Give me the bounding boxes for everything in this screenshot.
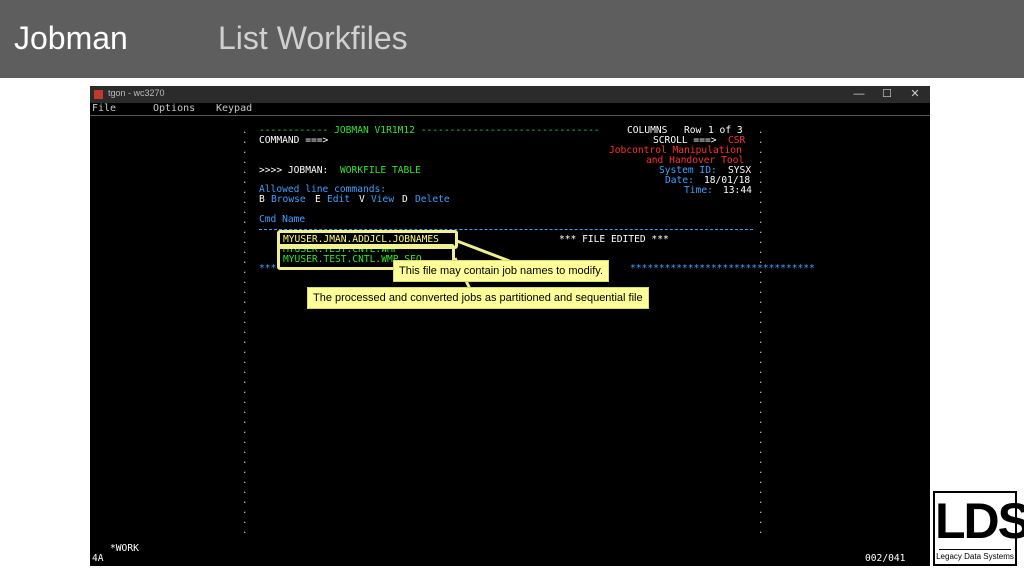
leader-line-first bbox=[456, 239, 513, 264]
callout-second: The processed and converted jobs as part… bbox=[307, 287, 649, 309]
logo-company-name: Legacy Data Systems bbox=[936, 552, 1014, 561]
logo-divider bbox=[939, 549, 1011, 550]
logo-letters: LDS bbox=[935, 493, 1024, 549]
callout-first: This file may contain job names to modif… bbox=[393, 260, 609, 282]
lds-logo: LDS Legacy Data Systems bbox=[933, 491, 1024, 566]
